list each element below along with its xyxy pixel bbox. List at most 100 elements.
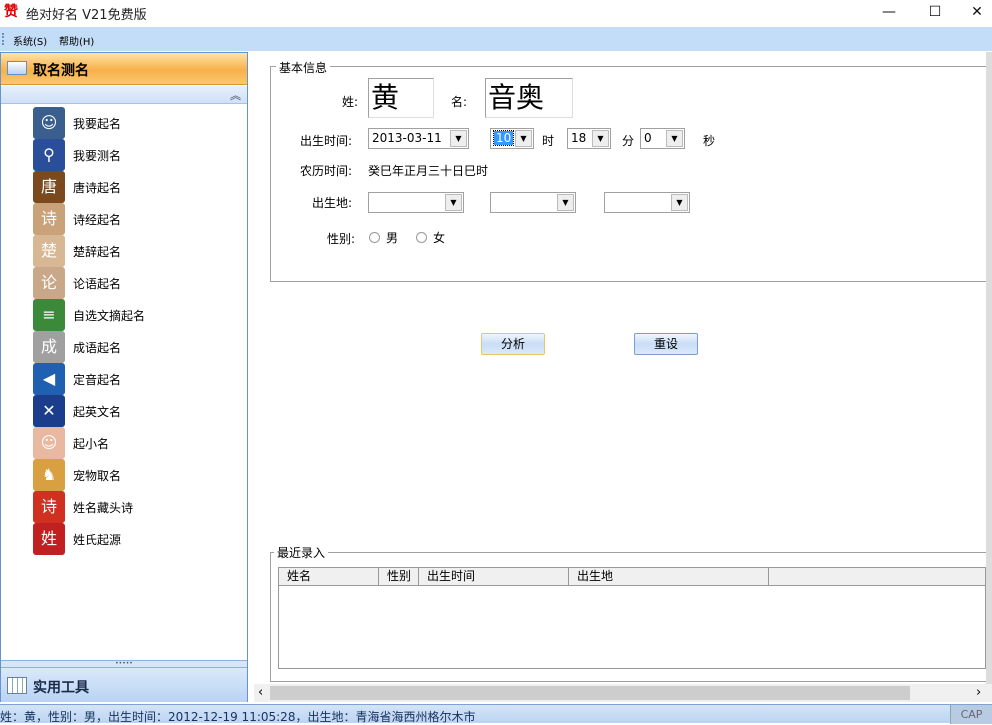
tools-title: 实用工具 [33,680,89,696]
sidebar-item-speaker[interactable]: ◀ 定音起名 [33,363,233,395]
sidebar-splitter[interactable]: ••••• [1,660,247,667]
sidebar-item-chuci[interactable]: 楚楚辞起名 [33,235,233,267]
dropdown-arrow-icon[interactable]: ▼ [671,194,688,211]
status-bar: 姓：黄，性别：男，出生时间：2012-12-19 11:05:28，出生地：青海… [0,704,992,724]
speaker-icon: ◀ [33,363,65,395]
sidebar-item-label: 论语起名 [73,277,122,291]
female-label[interactable]: 女 [433,229,445,246]
province-select[interactable]: ▼ [368,192,464,213]
poem-icon: 诗 [33,491,65,523]
sidebar: 取名测名 ︽ ☺ 我要起名 ⚲ 我要测名唐唐诗起名诗诗经起名楚楚辞起名论论语起名 ≡ 自选… [0,52,248,702]
sidebar-collapse-bar[interactable]: ︽ [1,86,247,104]
male-label[interactable]: 男 [386,229,398,246]
close-button[interactable]: ✕ [954,0,992,26]
menu-system[interactable]: 系统(S) [13,33,47,48]
recent-entries-legend: 最近录入 [274,544,329,561]
magnifier-icon: ⚲ [33,139,65,171]
toolbar-grip-icon[interactable] [2,33,5,45]
birthplace-label: 出生地: [312,196,353,210]
calendar-icon [7,677,27,694]
books-icon: ≡ [33,299,65,331]
column-header-name[interactable]: 姓名 [279,568,379,586]
sidebar-item-label: 起英文名 [73,405,122,419]
sidebar-item-label: 成语起名 [73,341,122,355]
male-radio[interactable] [369,232,380,243]
sidebar-item-label: 起小名 [73,437,110,451]
menu-help[interactable]: 帮助(H) [59,33,94,48]
dropdown-arrow-icon[interactable]: ▼ [445,194,462,211]
scroll-thumb[interactable] [270,686,910,700]
idiom-icon: 成 [33,331,65,363]
sidebar-item-label: 唐诗起名 [73,181,122,195]
given-name-label: 名: [451,95,468,109]
lunar-time-value: 癸巳年正月三十日巳时 [368,164,489,178]
dropdown-arrow-icon[interactable]: ▼ [450,130,467,147]
column-header-gender[interactable]: 性别 [379,568,419,586]
sidebar-item-surname-seal[interactable]: 姓姓氏起源 [33,523,233,555]
sidebar-item-label: 诗经起名 [73,213,122,227]
lunyu-icon: 论 [33,267,65,299]
column-header-birthplace[interactable]: 出生地 [569,568,769,586]
sidebar-tools-section[interactable]: 实用工具 [1,667,247,702]
column-header-filler [769,568,985,586]
person-icon: ☺ [33,107,65,139]
sidebar-item-dog[interactable]: ♞ 宠物取名 [33,459,233,491]
sidebar-header-title: 取名测名 [33,63,89,79]
sidebar-item-label: 定音起名 [73,373,122,387]
shijing-icon: 诗 [33,203,65,235]
sidebar-item-lunyu[interactable]: 论论语起名 [33,267,233,299]
lunar-time-label: 农历时间: [300,164,353,178]
minute-unit: 分 [622,134,635,148]
status-text: 姓：黄，性别：男，出生时间：2012-12-19 11:05:28，出生地：青海… [0,710,476,724]
recent-entries-table[interactable]: 姓名 性别 出生时间 出生地 [278,567,986,669]
sidebar-item-idiom[interactable]: 成成语起名 [33,331,233,363]
second-select[interactable]: 0 ▼ [640,128,685,149]
vertical-scrollbar[interactable] [986,52,992,684]
birth-date-select[interactable]: 2013-03-11 ▼ [368,128,469,149]
city-select[interactable]: ▼ [490,192,576,213]
gender-label: 性别: [327,232,356,246]
maximize-button[interactable]: ☐ [912,0,958,26]
sidebar-item-tang-poem[interactable]: 唐唐诗起名 [33,171,233,203]
sidebar-item-uk-flag[interactable]: ✕ 起英文名 [33,395,233,427]
female-radio[interactable] [416,232,427,243]
minute-select[interactable]: 18 ▼ [567,128,611,149]
reset-button[interactable]: 重设 [634,333,698,355]
column-header-birth-time[interactable]: 出生时间 [419,568,569,586]
sidebar-header[interactable]: 取名测名 [1,53,247,85]
dropdown-arrow-icon[interactable]: ▼ [557,194,574,211]
sidebar-item-label: 楚辞起名 [73,245,122,259]
sidebar-item-magnifier[interactable]: ⚲ 我要测名 [33,139,233,171]
menu-bar: 系统(S) 帮助(H) [0,27,992,51]
sidebar-item-label: 宠物取名 [73,469,122,483]
chevron-up-icon[interactable]: ︽ [230,87,241,103]
analyze-button[interactable]: 分析 [481,333,545,355]
dropdown-arrow-icon[interactable]: ▼ [592,130,609,147]
scroll-left-icon[interactable]: ‹ [258,685,263,700]
given-name-input[interactable]: 音奥 [485,78,573,118]
baby-icon: ☺ [33,427,65,459]
sidebar-item-shijing[interactable]: 诗诗经起名 [33,203,233,235]
title-bar: 赞 绝对好名 V21免费版 — ☐ ✕ [0,0,992,26]
sidebar-item-person[interactable]: ☺ 我要起名 [33,107,233,139]
horizontal-scrollbar[interactable]: ‹ › [254,684,992,702]
envelope-icon [7,61,27,75]
minimize-button[interactable]: — [866,0,912,26]
dropdown-arrow-icon[interactable]: ▼ [515,130,532,147]
sidebar-item-label: 自选文摘起名 [73,309,146,323]
scroll-right-icon[interactable]: › [976,685,981,700]
sidebar-item-baby[interactable]: ☺ 起小名 [33,427,233,459]
county-select[interactable]: ▼ [604,192,690,213]
window-title: 绝对好名 V21免费版 [26,8,147,23]
sidebar-item-poem[interactable]: 诗姓名藏头诗 [33,491,233,523]
sidebar-item-books[interactable]: ≡ 自选文摘起名 [33,299,233,331]
sidebar-item-label: 我要测名 [73,149,122,163]
uk-flag-icon: ✕ [33,395,65,427]
sidebar-item-label: 姓氏起源 [73,533,122,547]
surname-label: 姓: [342,95,359,109]
dropdown-arrow-icon[interactable]: ▼ [666,130,683,147]
basic-info-legend: 基本信息 [276,59,331,76]
tang-poem-icon: 唐 [33,171,65,203]
hour-select[interactable]: 10 ▼ [490,128,534,149]
surname-input[interactable]: 黄 [368,78,434,118]
